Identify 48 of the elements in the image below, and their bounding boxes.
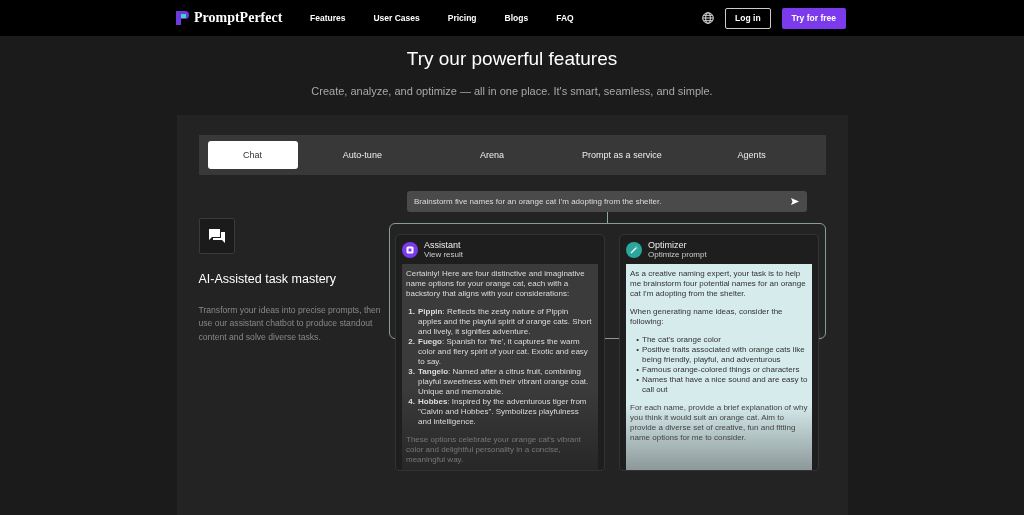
list-marker: • xyxy=(635,365,639,375)
nav-link[interactable]: Features xyxy=(310,13,346,23)
list-marker: 2. xyxy=(407,337,415,348)
card-subtitle[interactable]: View result xyxy=(424,250,463,259)
nav-link[interactable]: User Cases xyxy=(373,13,420,23)
paragraph: For each name, provide a brief explanation of why you think it would suit an orange cat. Aim to provide a diverse set of creative, fun and fitting name options for me to consider. xyxy=(630,403,808,443)
list-item: Hobbes: Inspired by the adventurous tiger from "Calvin and Hobbes". Symbolizes playfulness and intelligence. xyxy=(418,397,588,427)
feature-tab[interactable]: Prompt as a service xyxy=(557,141,687,169)
list-item: The cat's orange color xyxy=(642,335,722,345)
try-free-button[interactable]: Try for free xyxy=(781,7,846,29)
prompt-field[interactable]: Brainstorm five names for an orange cat I'm adopting from the shelter. xyxy=(407,191,807,212)
feature-tab[interactable]: Auto-tune xyxy=(297,141,428,169)
list-marker: • xyxy=(635,375,639,386)
list-marker: 4. xyxy=(407,397,415,408)
section-title: Try our powerful features xyxy=(406,48,618,70)
list-item: Tangelo: Named after a citrus fruit, combining playful sweetness with their vibrant orange coat. Unique and memorable. xyxy=(418,367,590,397)
feature-description: Transform your ideas into precise prompts, then use our assistant chatbot to produce standout content and solve diverse tasks. xyxy=(198,304,382,344)
feature-tab[interactable]: Agents xyxy=(686,141,817,169)
nav-link[interactable]: Blogs xyxy=(504,13,529,23)
chat-icon xyxy=(208,229,225,243)
assistant-icon xyxy=(402,241,418,258)
wand-icon xyxy=(626,241,642,258)
list-item: Fuego: Spanish for 'fire', it captures the warm color and fiery spirit of your cat. Exotic and easy to say. xyxy=(418,337,589,367)
feature-tab[interactable]: Chat xyxy=(207,141,298,169)
list-item: Positive traits associated with orange cats like being friendly, playful, and adventurous xyxy=(642,345,806,365)
list-marker: 3. xyxy=(407,367,415,378)
login-button[interactable]: Log in xyxy=(725,7,771,29)
paragraph: When generating name ideas, consider the following: xyxy=(630,307,784,327)
logo-icon xyxy=(176,11,189,25)
send-icon[interactable] xyxy=(791,198,799,205)
list-item: Names that have a nice sound and are easy to call out xyxy=(642,375,808,395)
nav-link[interactable]: Pricing xyxy=(447,13,477,23)
nav-link[interactable]: FAQ xyxy=(556,13,574,23)
paragraph: As a creative naming expert, your task is to help me brainstorm four potential names for an orange cat I'm adopting from the shelter. xyxy=(630,269,807,299)
card-subtitle[interactable]: Optimize prompt xyxy=(648,250,707,259)
list-marker: • xyxy=(635,345,639,356)
list-marker: • xyxy=(635,335,639,345)
card-title: Assistant xyxy=(424,240,462,250)
feature-title: AI-Assisted task mastery xyxy=(198,272,338,286)
paragraph: Certainly! Here are four distinctive and imaginative name options for your orange cat, each with a backstory that aligns with your considerations: xyxy=(406,269,586,299)
card-title: Optimizer xyxy=(648,240,688,250)
list-item: Famous orange-colored things or characters xyxy=(642,365,801,375)
brand-name: PromptPerfect xyxy=(194,10,283,26)
feature-tab[interactable]: Arena xyxy=(427,141,557,169)
list-item: Pippin: Reflects the zesty nature of Pippin apples and the playful spirit of orange cats. Short and lively, it signifies adventure. xyxy=(418,307,593,337)
globe-icon[interactable] xyxy=(702,12,715,24)
list-marker: 1. xyxy=(407,307,415,318)
section-subtitle: Create, analyze, and optimize — all in one place. It's smart, seamless, and simple. xyxy=(311,85,713,97)
